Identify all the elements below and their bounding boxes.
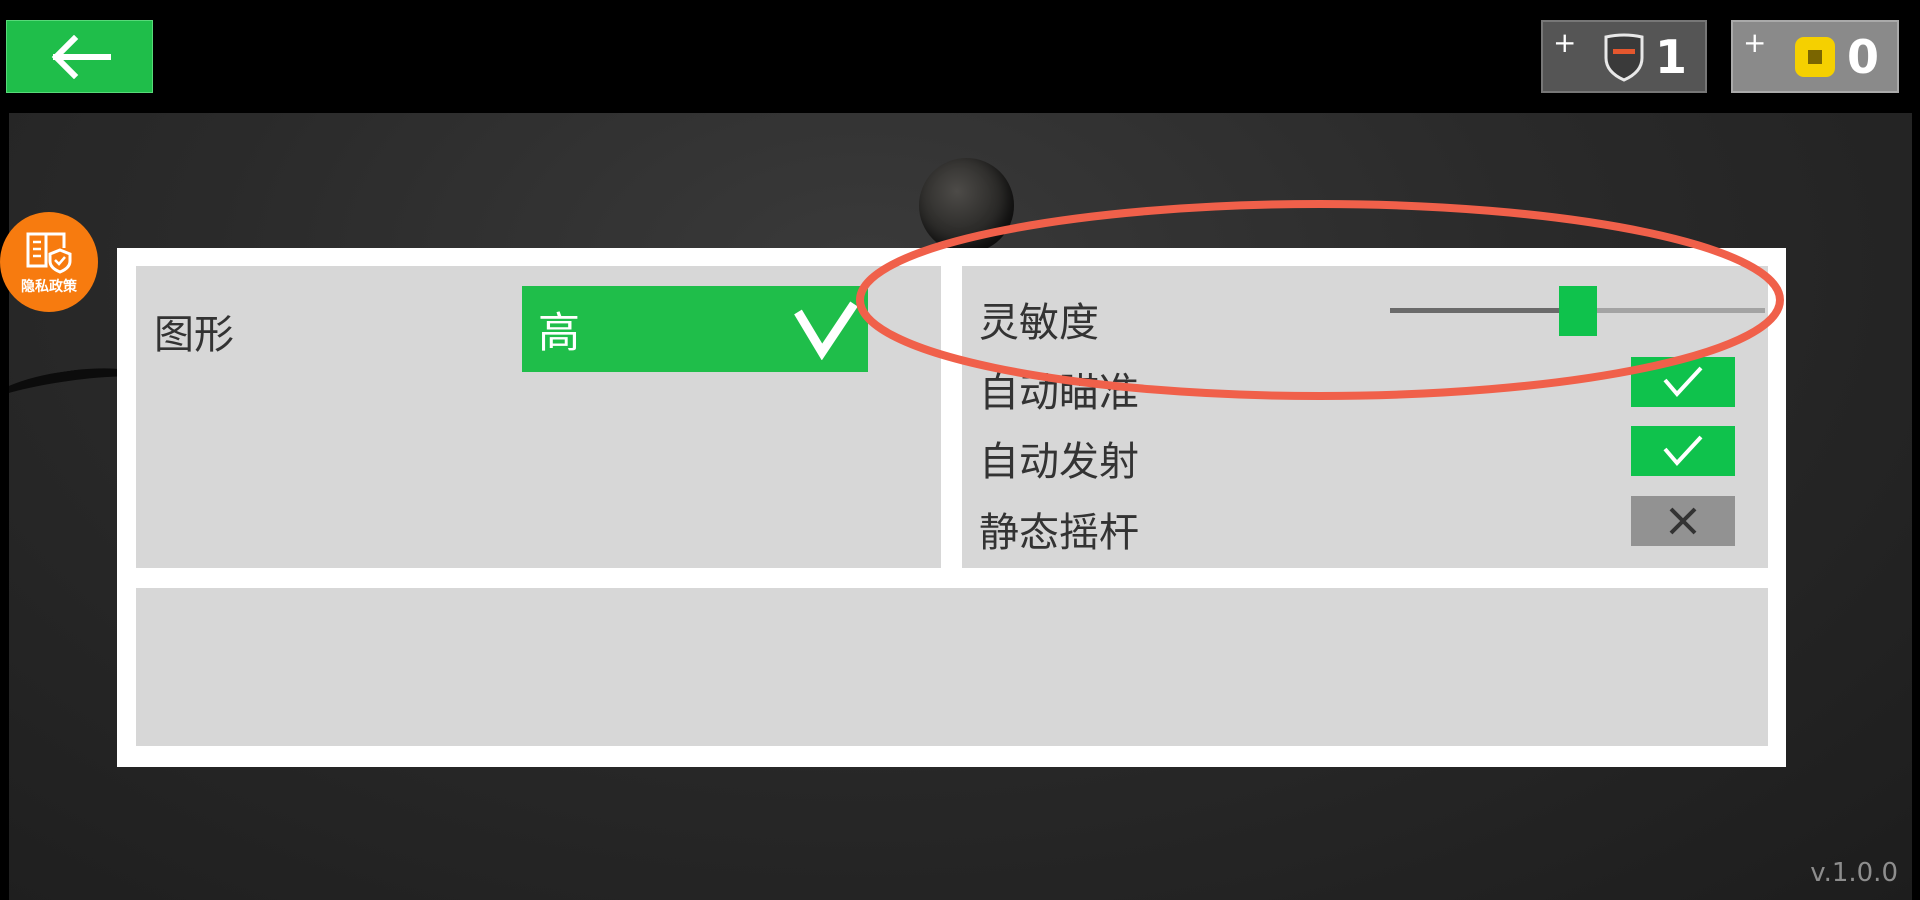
coin-count: 0 — [1846, 29, 1879, 84]
graphics-label: 图形 — [154, 312, 234, 358]
graphics-quality-value: 高 — [538, 307, 581, 357]
auto-aim-label: 自动瞄准 — [979, 370, 1139, 416]
version-label: v.1.0.0 — [1810, 858, 1898, 888]
left-arrow-icon — [51, 34, 111, 79]
auto-aim-toggle[interactable] — [1631, 357, 1735, 407]
coin-icon — [1793, 35, 1837, 79]
slider-track-empty — [1577, 308, 1765, 313]
auto-fire-toggle[interactable] — [1631, 426, 1735, 476]
privacy-policy-button[interactable]: 隐私政策 — [0, 212, 98, 312]
back-button[interactable] — [6, 20, 153, 93]
coin-currency-button[interactable]: + 0 — [1731, 20, 1899, 93]
static-joystick-label: 静态摇杆 — [979, 510, 1139, 556]
privacy-policy-label: 隐私政策 — [21, 279, 77, 295]
graphics-quality-select[interactable]: 高 — [522, 286, 868, 372]
static-joystick-toggle[interactable] — [1631, 496, 1735, 546]
graphics-section: 图形 高 — [136, 266, 941, 568]
controls-section: 灵敏度 自动瞄准 自动发射 静态摇杆 — [962, 266, 1768, 568]
close-icon — [1669, 507, 1697, 535]
shield-currency-button[interactable]: + 1 — [1541, 20, 1707, 93]
slider-thumb[interactable] — [1558, 286, 1597, 336]
empty-settings-section — [136, 588, 1768, 746]
plus-icon: + — [1553, 26, 1577, 59]
privacy-book-icon — [26, 232, 72, 274]
settings-panel: 图形 高 灵敏度 自动瞄准 自动发射 静态摇杆 — [117, 248, 1786, 767]
shield-count: 1 — [1654, 29, 1687, 84]
top-bar: + 1 + 0 — [0, 0, 1920, 113]
sensitivity-label: 灵敏度 — [979, 300, 1099, 346]
shield-icon — [1603, 32, 1645, 82]
check-icon — [1663, 366, 1703, 398]
slider-track-filled — [1390, 308, 1578, 313]
check-icon — [794, 301, 858, 360]
sensitivity-slider[interactable] — [1390, 286, 1765, 336]
auto-fire-label: 自动发射 — [979, 439, 1139, 485]
check-icon — [1663, 435, 1703, 467]
helmet-ball — [919, 158, 1014, 253]
plus-icon: + — [1743, 26, 1767, 59]
